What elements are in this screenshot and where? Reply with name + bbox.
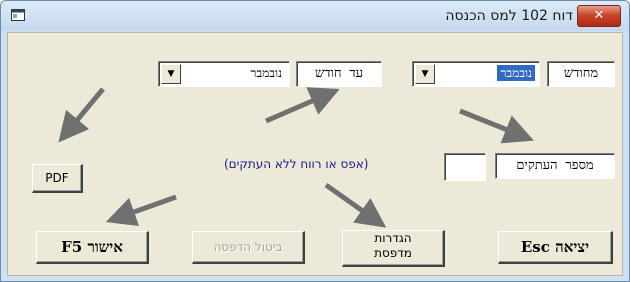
arrow-to-to-month: [265, 87, 340, 124]
arrow-to-copies: [459, 108, 534, 144]
window-title: דוח 102 למס הכנסה: [445, 8, 573, 24]
app-icon: [11, 9, 25, 21]
report-102-dialog: דוח 102 למס הכנסה ✕ מחודש נובמבר ▼ עד חו…: [0, 0, 630, 282]
arrow-to-confirm: [105, 194, 177, 227]
title-bar: דוח 102 למס הכנסה ✕: [1, 1, 629, 31]
close-button[interactable]: ✕: [577, 5, 621, 27]
arrow-to-pdf: [58, 87, 105, 143]
arrow-to-printer-settings: [324, 182, 387, 228]
annotation-arrows: [58, 87, 534, 228]
dialog-body: מחודש נובמבר ▼ עד חודש נובמבר ▼ מספר העת…: [7, 32, 623, 276]
close-icon: ✕: [593, 8, 605, 23]
